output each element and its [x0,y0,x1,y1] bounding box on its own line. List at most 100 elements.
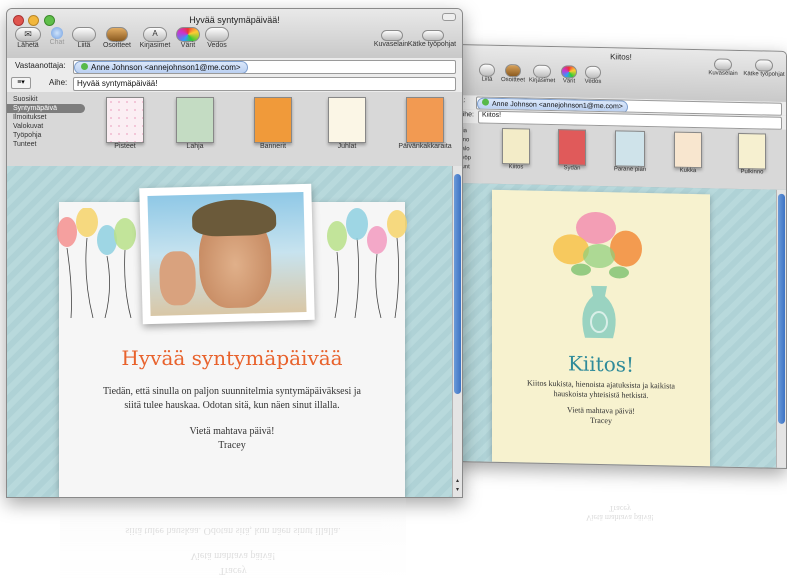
toolbar-toggle[interactable] [442,13,456,21]
address-book-icon [106,27,128,42]
birthday-signature: Tracey [218,440,246,451]
fonts-icon [533,64,551,79]
back-window-reflection: Vietä mahtava päivä! Tracey [520,462,720,522]
category-item-valokuvat[interactable]: Valokuvat [7,122,89,131]
send-button[interactable]: ✉ Lähetä [13,27,43,49]
stationery-pane: Suosikit Syntymäpäivä Ilmoitukset Valoku… [7,92,462,167]
birthday-closing: Vietä mahtava päivä! [189,426,275,437]
stationery-preview [502,127,530,165]
back-scrollbar[interactable] [776,189,786,468]
main-window-title: Hyvää syntymäpäivää! [189,15,280,25]
stationery-thumb-pisteet[interactable]: Pisteet [99,97,151,150]
reflection-line: Vietä mahtava päivä! [190,550,276,561]
stationery-thumb-lahja[interactable]: Lahja [173,97,217,150]
photo-hand-shape [158,250,197,306]
stationery-preview [558,129,586,166]
main-toolbar: Hyvää syntymäpäivää! ✉ Lähetä Chat Liitä… [7,9,462,59]
colors-button[interactable]: Värit [175,27,201,49]
stationery-thumb-parane-pian[interactable]: Parane pian [610,130,650,173]
stationery-thumb-kiitos[interactable]: Kiitos [498,127,534,171]
stationery-icon [755,59,773,72]
balloons-left-illustration [57,208,136,318]
main-scrollbar[interactable]: ▴ ▾ [452,166,462,497]
back-fonts-button[interactable]: Kirjasimet [528,64,556,85]
to-field[interactable]: Anne Johnson <annejohnson1@me.com> [73,60,456,74]
stationery-thumb-paivankakkaraita[interactable]: Päivänkakkaraita [389,97,461,150]
back-reflection-line: Vietä mahtava päivä! [586,513,654,522]
back-message-area[interactable]: Kiitos! Kiitos kukista, hienoista ajatuk… [456,183,786,468]
hide-stationery-button[interactable]: Kätke työpohjat [403,30,461,48]
subject-label: Aihe: [49,78,68,87]
draft-icon [205,27,229,42]
balloons-right-illustration [327,208,407,318]
stationery-icon [422,30,444,41]
message-area[interactable]: Hyvää syntymäpäivää Tiedän, että sinulla… [7,166,462,497]
header-options-menu[interactable]: ≡▾ [11,77,31,89]
scroll-down-arrow[interactable]: ▾ [453,486,462,494]
stationery-preview [106,97,144,143]
back-stationery-pane: ikia Ilmo Valo Työp Tunt Kiitos Sydän Pa… [456,123,786,191]
paperclip-icon [72,27,96,42]
main-scroll-knob[interactable] [454,174,461,394]
birthday-heading: Hyvää syntymäpäivää [121,346,343,370]
photo-browser-icon [381,30,403,41]
back-toolbar: Kiitos! Liitä Osoitteet Kirjasimet Värit… [456,45,786,103]
fonts-button[interactable]: A Kirjasimet [135,27,175,49]
category-item-tunteet[interactable]: Tunteet [7,140,89,149]
stationery-thumb-bannerit[interactable]: Bannerit [251,97,295,150]
thank-you-mail-window: Kiitos! Liitä Osoitteet Kirjasimet Värit… [455,44,787,469]
back-attach-button[interactable]: Liitä [476,63,498,83]
thank-you-heading: Kiitos! [567,351,635,377]
back-addresses-button[interactable]: Osoitteet [500,64,526,84]
color-wheel-icon [561,65,577,79]
main-window-reflection: Tracey Vietä mahtava päivä! siitä tulee … [60,498,406,582]
presence-dot-icon [482,98,489,106]
category-item-suosikit[interactable]: Suosikit [7,95,89,104]
flower-vase-illustration [553,211,642,339]
back-hide-stationery-button[interactable]: Kätke työpohjat [742,59,786,78]
stationery-thumb-juhlat[interactable]: Juhlat [325,97,369,150]
to-row: Vastaanottaja: Anne Johnson <annejohnson… [7,58,462,75]
stationery-preview [328,97,366,143]
back-draft-button[interactable]: Vedos [582,65,604,85]
attach-button[interactable]: Liitä [71,27,97,49]
address-book-icon [505,64,521,78]
stationery-preview [674,131,702,169]
stationery-thumb-kukka[interactable]: Kukka [670,131,706,175]
scroll-up-arrow[interactable]: ▴ [453,477,462,485]
send-icon: ✉ [15,27,41,42]
back-scroll-knob[interactable] [778,193,785,424]
paperclip-icon [479,63,495,77]
photo-hair-shape [191,198,277,237]
draft-button[interactable]: Vedos [203,27,231,49]
photo-image [147,191,307,317]
fonts-icon: A [143,27,167,42]
stationery-preview [254,97,292,143]
back-reflection-line: Tracey [609,504,631,513]
stationery-thumb-pulkinno[interactable]: Pulkinno [732,132,772,176]
category-item-ilmoitukset[interactable]: Ilmoitukset [7,113,89,122]
to-label: Vastaanottaja: [15,61,66,70]
back-colors-button[interactable]: Värit [558,65,580,85]
subject-field[interactable]: Hyvää syntymäpäivää! [73,77,456,91]
stationery-preview [406,97,444,143]
addresses-button[interactable]: Osoitteet [99,27,135,49]
presence-dot-icon [81,63,88,70]
reflection-line: siitä tulee hauskaa. Odotan sitä, kun nä… [125,525,341,536]
birthday-photo [139,183,315,325]
chat-icon [51,27,63,39]
back-photo-browser-button[interactable]: Kuvaselain [704,58,742,77]
chat-button[interactable]: Chat [45,27,69,46]
category-item-tyopohja[interactable]: Työpohja [7,131,89,140]
stationery-preview [615,130,645,167]
subject-row: ≡▾ Aihe: Hyvää syntymäpäivää! [7,74,462,93]
stationery-thumb-sydan[interactable]: Sydän [554,129,590,172]
photo-browser-icon [714,58,732,71]
reflection-line: Tracey [219,565,247,576]
birthday-body-line1: Tiedän, että sinulla on paljon suunnitel… [103,386,361,397]
category-item-syntymapaiva[interactable]: Syntymäpäivä [7,104,85,113]
birthday-card: Hyvää syntymäpäivää Tiedän, että sinulla… [57,183,407,497]
recipient-token[interactable]: Anne Johnson <annejohnson1@me.com> [74,61,248,73]
stationery-preview [738,132,766,170]
draft-icon [585,65,601,80]
